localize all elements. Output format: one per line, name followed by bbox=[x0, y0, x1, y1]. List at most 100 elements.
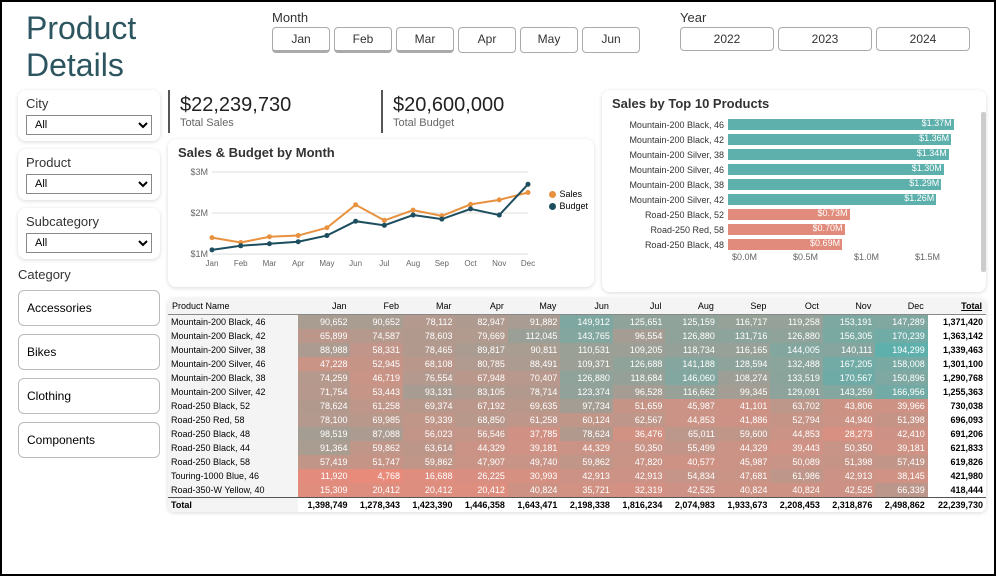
table-row[interactable]: Road-250 Black, 5857,41951,74759,86247,9… bbox=[168, 455, 986, 469]
bar-value: $0.73M bbox=[817, 208, 847, 218]
table-row[interactable]: Road-350-W Yellow, 4015,30920,41220,4122… bbox=[168, 483, 986, 498]
table-row[interactable]: Mountain-200 Black, 3874,25946,71976,554… bbox=[168, 371, 986, 385]
bar-label: Road-250 Red, 58 bbox=[612, 225, 728, 235]
bar-row[interactable]: Road-250 Black, 52 $0.73M bbox=[612, 207, 976, 222]
bar-label: Road-250 Black, 48 bbox=[612, 240, 728, 250]
line-chart[interactable]: Sales & Budget by Month $3M$2M$1MJanFebM… bbox=[168, 139, 594, 287]
col-header[interactable]: Jul bbox=[613, 298, 665, 315]
table-row[interactable]: Mountain-200 Black, 4690,65290,65278,112… bbox=[168, 315, 986, 330]
col-header[interactable]: Aug bbox=[665, 298, 717, 315]
month-chip-jan[interactable]: Jan bbox=[272, 27, 330, 53]
month-chip-feb[interactable]: Feb bbox=[334, 27, 392, 53]
svg-text:Mar: Mar bbox=[263, 259, 277, 268]
kpi-total-sales: $22,239,730 Total Sales bbox=[168, 90, 361, 133]
year-chip-2023[interactable]: 2023 bbox=[778, 27, 872, 51]
product-select[interactable]: All bbox=[26, 174, 152, 194]
subcategory-select[interactable]: All bbox=[26, 233, 152, 253]
line-chart-legend: Sales Budget bbox=[549, 189, 588, 213]
bar-row[interactable]: Mountain-200 Silver, 42 $1.26M bbox=[612, 192, 976, 207]
city-select[interactable]: All bbox=[26, 115, 152, 135]
bar-label: Mountain-200 Black, 46 bbox=[612, 120, 728, 130]
svg-text:Oct: Oct bbox=[464, 259, 477, 268]
col-header[interactable]: Feb bbox=[350, 298, 402, 315]
table-row[interactable]: Mountain-200 Silver, 3888,98858,33178,46… bbox=[168, 343, 986, 357]
category-bikes[interactable]: Bikes bbox=[18, 334, 160, 370]
svg-text:Nov: Nov bbox=[492, 259, 506, 268]
bar-value: $1.34M bbox=[917, 148, 947, 158]
svg-text:Jul: Jul bbox=[379, 259, 389, 268]
kpi-total-sales-value: $22,239,730 bbox=[180, 94, 351, 117]
kpi-total-budget-value: $20,600,000 bbox=[393, 94, 564, 117]
svg-text:Dec: Dec bbox=[521, 259, 535, 268]
table-row[interactable]: Road-250 Black, 5278,62461,25869,37467,1… bbox=[168, 399, 986, 413]
table-row[interactable]: Mountain-200 Silver, 4647,22852,94568,10… bbox=[168, 357, 986, 371]
bar-row[interactable]: Mountain-200 Silver, 46$1.30M bbox=[612, 162, 976, 177]
table-row[interactable]: Road-250 Black, 4491,36459,86263,61444,3… bbox=[168, 441, 986, 455]
col-header[interactable]: Dec bbox=[875, 298, 927, 315]
bar-row[interactable]: Mountain-200 Silver, 38$1.34M bbox=[612, 147, 976, 162]
col-header[interactable]: Oct bbox=[770, 298, 822, 315]
bar-label: Mountain-200 Black, 38 bbox=[612, 180, 728, 190]
bar-row[interactable]: Road-250 Red, 58 $0.70M bbox=[612, 222, 976, 237]
month-chip-mar[interactable]: Mar bbox=[396, 27, 454, 53]
table-total-row: Total1,398,7491,278,3431,423,3901,446,35… bbox=[168, 498, 986, 513]
bar-row[interactable]: Road-250 Black, 48 $0.69M bbox=[612, 237, 976, 252]
bar-label: Mountain-200 Silver, 42 bbox=[612, 195, 728, 205]
table-row[interactable]: Mountain-200 Black, 4265,89974,58778,603… bbox=[168, 329, 986, 343]
month-chip-jun[interactable]: Jun bbox=[582, 27, 640, 53]
city-filter: City All bbox=[18, 90, 160, 141]
table-row[interactable]: Road-250 Red, 5878,10069,98559,33968,850… bbox=[168, 413, 986, 427]
col-header[interactable]: Product Name bbox=[168, 298, 298, 315]
bar-chart[interactable]: Sales by Top 10 Products Mountain-200 Bl… bbox=[602, 90, 986, 292]
col-header[interactable]: Jun bbox=[560, 298, 612, 315]
page-title: Product Details bbox=[26, 10, 232, 84]
col-header[interactable]: Jan bbox=[298, 298, 350, 315]
category-clothing[interactable]: Clothing bbox=[18, 378, 160, 414]
bar-chart-scrollbar[interactable] bbox=[981, 112, 986, 272]
bar-label: Mountain-200 Silver, 46 bbox=[612, 165, 728, 175]
month-chip-apr[interactable]: Apr bbox=[458, 27, 516, 53]
bar-row[interactable]: Mountain-200 Black, 46 $1.37M bbox=[612, 117, 976, 132]
svg-text:$1M: $1M bbox=[190, 249, 208, 259]
bar-value: $1.29M bbox=[909, 178, 939, 188]
bar-row[interactable]: Mountain-200 Black, 38 $1.29M bbox=[612, 177, 976, 192]
month-slicer-label: Month bbox=[272, 10, 640, 25]
bar-label: Mountain-200 Black, 42 bbox=[612, 135, 728, 145]
bar-label: Road-250 Black, 52 bbox=[612, 210, 728, 220]
year-chip-2024[interactable]: 2024 bbox=[876, 27, 970, 51]
table-row[interactable]: Touring-1000 Blue, 4611,9204,76816,68826… bbox=[168, 469, 986, 483]
product-filter-label: Product bbox=[26, 155, 152, 170]
col-header[interactable]: Nov bbox=[823, 298, 875, 315]
bar-value: $0.69M bbox=[810, 238, 840, 248]
line-chart-title: Sales & Budget by Month bbox=[178, 145, 584, 160]
bar-row[interactable]: Mountain-200 Black, 42 $1.36M bbox=[612, 132, 976, 147]
bar-value: $1.26M bbox=[904, 193, 934, 203]
category-label: Category bbox=[18, 267, 160, 282]
month-chip-may[interactable]: May bbox=[520, 27, 578, 53]
col-header[interactable]: Mar bbox=[403, 298, 455, 315]
year-chip-2022[interactable]: 2022 bbox=[680, 27, 774, 51]
bar-value: $0.70M bbox=[813, 223, 843, 233]
col-header[interactable]: Apr bbox=[455, 298, 507, 315]
col-header[interactable]: Total bbox=[928, 298, 986, 315]
category-accessories[interactable]: Accessories bbox=[18, 290, 160, 326]
svg-text:Jan: Jan bbox=[206, 259, 219, 268]
matrix-table[interactable]: Product NameJanFebMarAprMayJunJulAugSepO… bbox=[168, 298, 986, 512]
city-filter-label: City bbox=[26, 96, 152, 111]
bar-chart-title: Sales by Top 10 Products bbox=[612, 96, 976, 111]
col-header[interactable]: May bbox=[508, 298, 560, 315]
table-row[interactable]: Mountain-200 Silver, 4271,75453,44393,13… bbox=[168, 385, 986, 399]
svg-text:May: May bbox=[319, 259, 334, 268]
category-components[interactable]: Components bbox=[18, 422, 160, 458]
subcategory-filter: Subcategory All bbox=[18, 208, 160, 259]
bar-value: $1.37M bbox=[922, 118, 952, 128]
kpi-total-budget-label: Total Budget bbox=[393, 117, 564, 129]
col-header[interactable]: Sep bbox=[718, 298, 770, 315]
year-slicer: Year 202220232024 bbox=[680, 10, 970, 51]
svg-text:Sep: Sep bbox=[435, 259, 450, 268]
bar-value: $1.36M bbox=[919, 133, 949, 143]
svg-text:$3M: $3M bbox=[190, 167, 208, 177]
table-row[interactable]: Road-250 Black, 4898,51987,08856,02356,5… bbox=[168, 427, 986, 441]
svg-text:Jun: Jun bbox=[349, 259, 362, 268]
svg-text:Apr: Apr bbox=[292, 259, 305, 268]
